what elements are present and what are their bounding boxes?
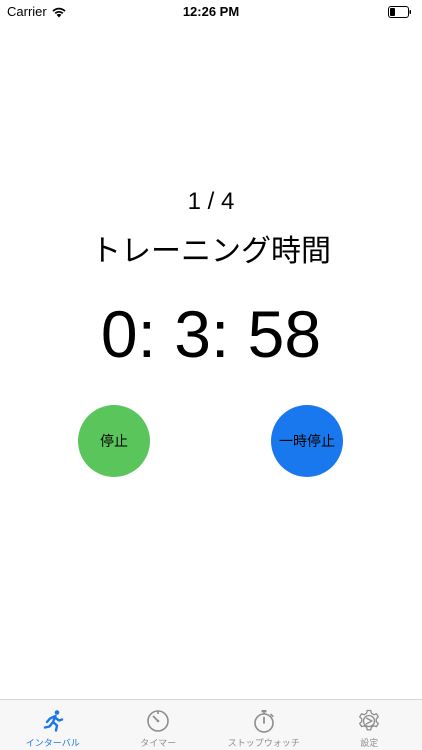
- time-remaining: 0: 3: 58: [100, 297, 322, 371]
- gear-icon: [359, 709, 380, 731]
- status-bar: Carrier 12:26 PM: [0, 0, 422, 24]
- timer-icon: [147, 710, 170, 732]
- runner-icon: [43, 710, 63, 732]
- pause-button[interactable]: 一時停止: [271, 405, 343, 477]
- tab-interval[interactable]: インターバル: [0, 700, 106, 750]
- round-counter: 1 / 4: [187, 188, 235, 215]
- tab-stopwatch[interactable]: ストップウォッチ: [211, 700, 317, 750]
- stop-button[interactable]: 停止: [78, 405, 150, 477]
- stopwatch-icon: [253, 710, 274, 733]
- tab-settings[interactable]: 設定: [317, 700, 422, 750]
- phase-label: トレーニング時間: [91, 234, 331, 269]
- status-time: 12:26 PM: [182, 4, 240, 19]
- tab-label: ストップウォッチ: [227, 739, 300, 749]
- tab-bar: インターバル タイマー ストップウォッチ 設定: [0, 699, 422, 750]
- tab-timer[interactable]: タイマー: [106, 700, 212, 750]
- tab-label: インターバル: [25, 739, 80, 749]
- tab-label: タイマー: [140, 739, 177, 749]
- tab-label: 設定: [360, 739, 379, 749]
- battery-icon: [388, 6, 411, 18]
